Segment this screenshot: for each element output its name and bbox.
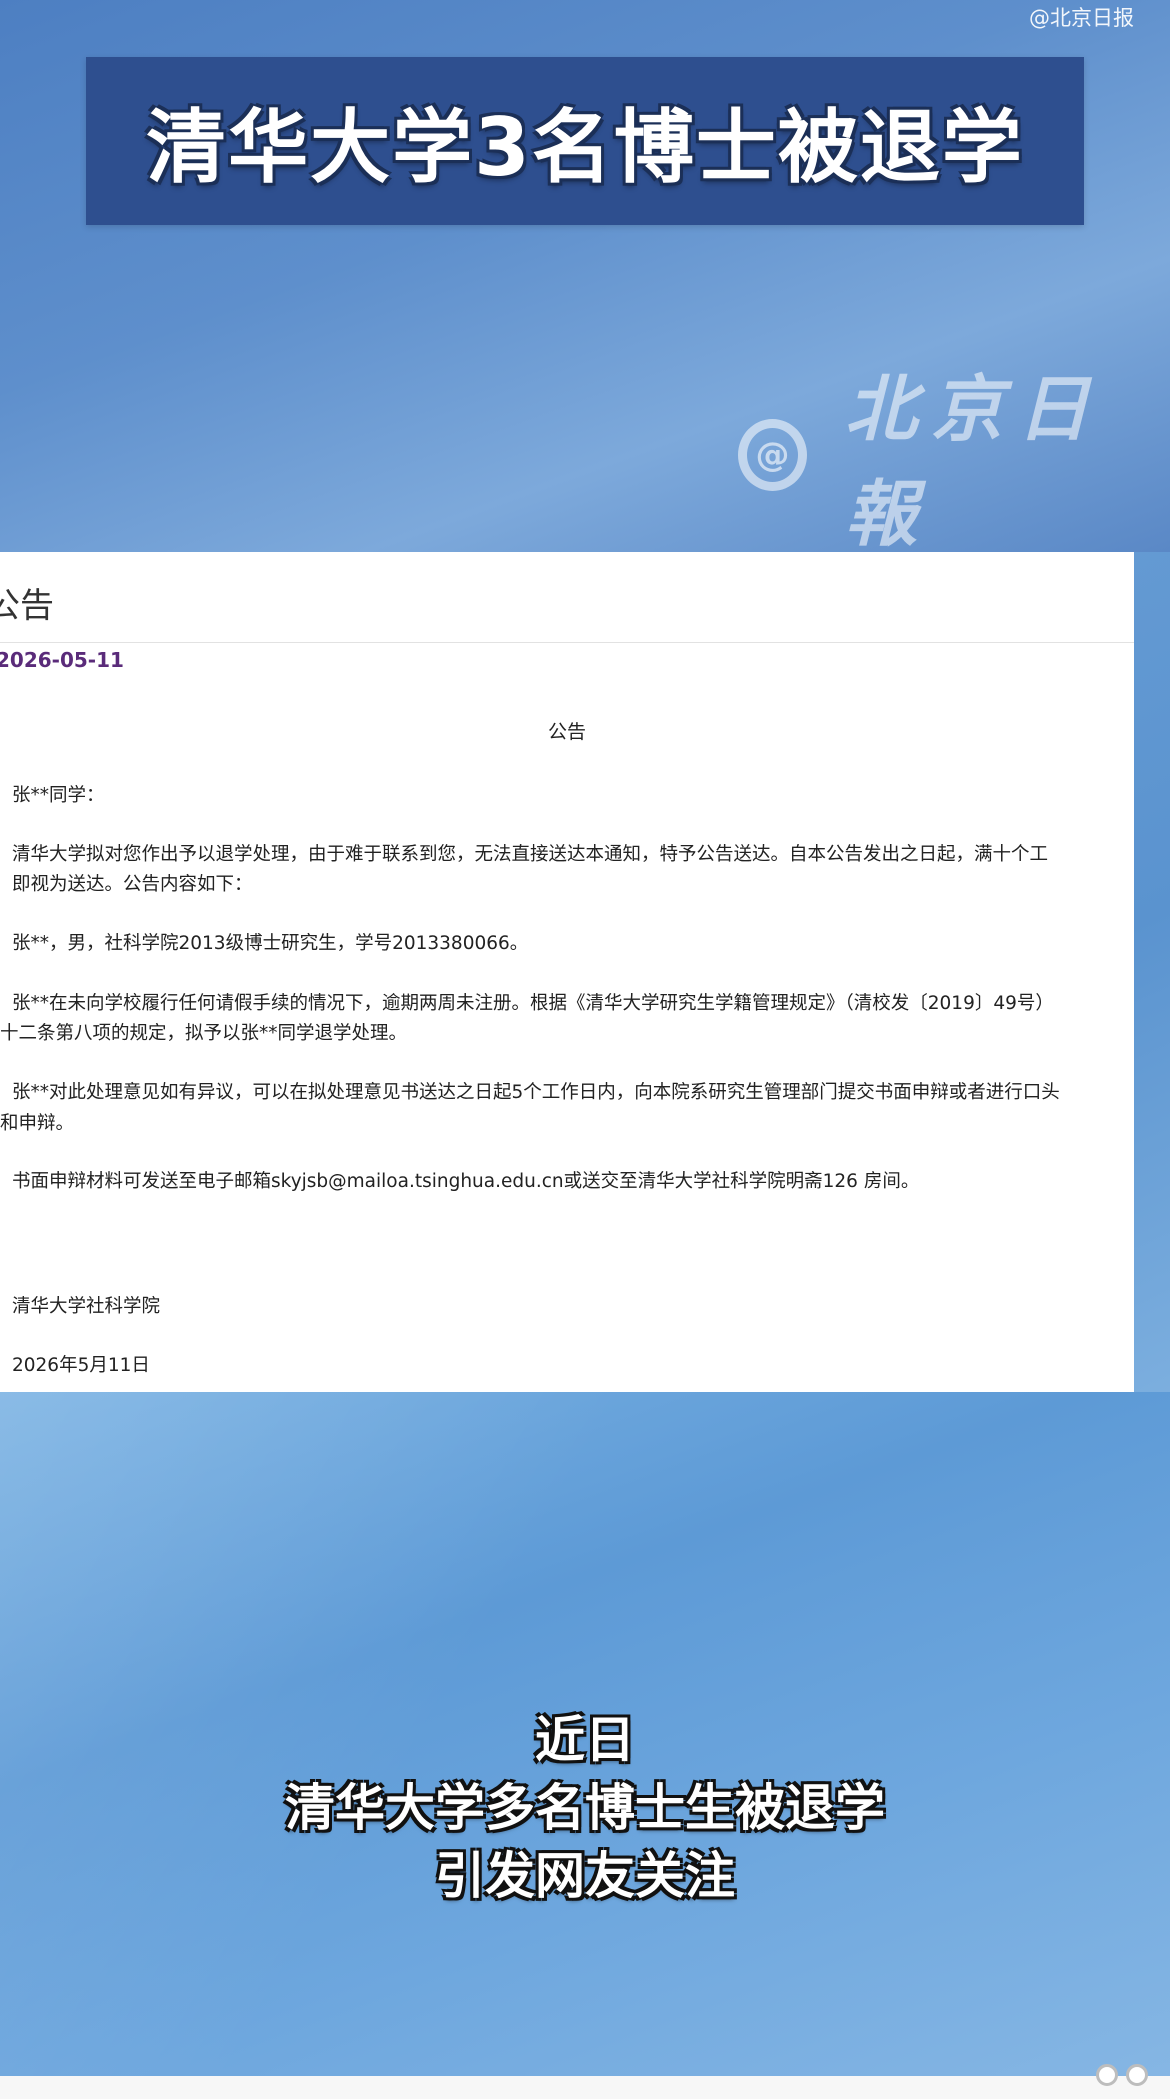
document-header-title: 公告 [0,586,54,626]
bottom-bar [0,2064,1170,2099]
paragraph-appeal-line1: 张**对此处理意见如有异议，可以在拟处理意见书送达之日起5个工作日内，向本院系研… [12,1082,1060,1103]
paragraph-notice-line2: 即视为送达。公告内容如下： [12,874,253,895]
more-options-icon[interactable] [1096,2064,1148,2086]
signature-org: 清华大学社科学院 [12,1296,161,1317]
dot-icon [1096,2064,1118,2086]
subtitle-line-3: 引发网友关注 [435,1847,735,1905]
subtitle-line-1: 近日 [535,1711,635,1769]
salutation: 张**同学： [12,785,105,806]
document-date: 2026-05-11 [0,648,124,672]
paragraph-notice-line1: 清华大学拟对您作出予以退学处理，由于难于联系到您，无法直接送达本通知，特予公告送… [12,844,1049,865]
watermark-text: 北京日報 [845,366,1104,556]
document-header: 公告 [0,552,1134,643]
paragraph-appeal-line2: 和申辩。 [0,1113,75,1134]
paragraph-reason-line1: 张**在未向学校履行任何请假手续的情况下，逾期两周未注册。根据《清华大学研究生学… [12,993,1054,1014]
paragraph-email: 书面申辩材料可发送至电子邮箱skyjsb@mailoa.tsinghua.edu… [12,1171,920,1192]
dot-icon [1126,2064,1148,2086]
video-title: 清华大学3名博士被退学 [146,101,1024,194]
paragraph-student-info: 张**，男，社科学院2013级博士研究生，学号2013380066。 [12,933,529,954]
paragraph-reason-line2: 十二条第八项的规定，拟予以张**同学退学处理。 [0,1023,408,1044]
subtitle-line-2: 清华大学多名博士生被退学 [285,1779,885,1837]
announcement-document: 公告 2026-05-11 公告 张**同学： 清华大学拟对您作出予以退学处理，… [0,552,1134,1392]
signature-date: 2026年5月11日 [12,1355,150,1376]
title-banner: 清华大学3名博士被退学 [86,57,1084,225]
watermark: @ 北京日報 [738,350,1170,560]
announcement-heading: 公告 [547,721,586,743]
weibo-at-icon: @ [738,419,808,491]
source-handle: @北京日报 [1029,6,1134,30]
